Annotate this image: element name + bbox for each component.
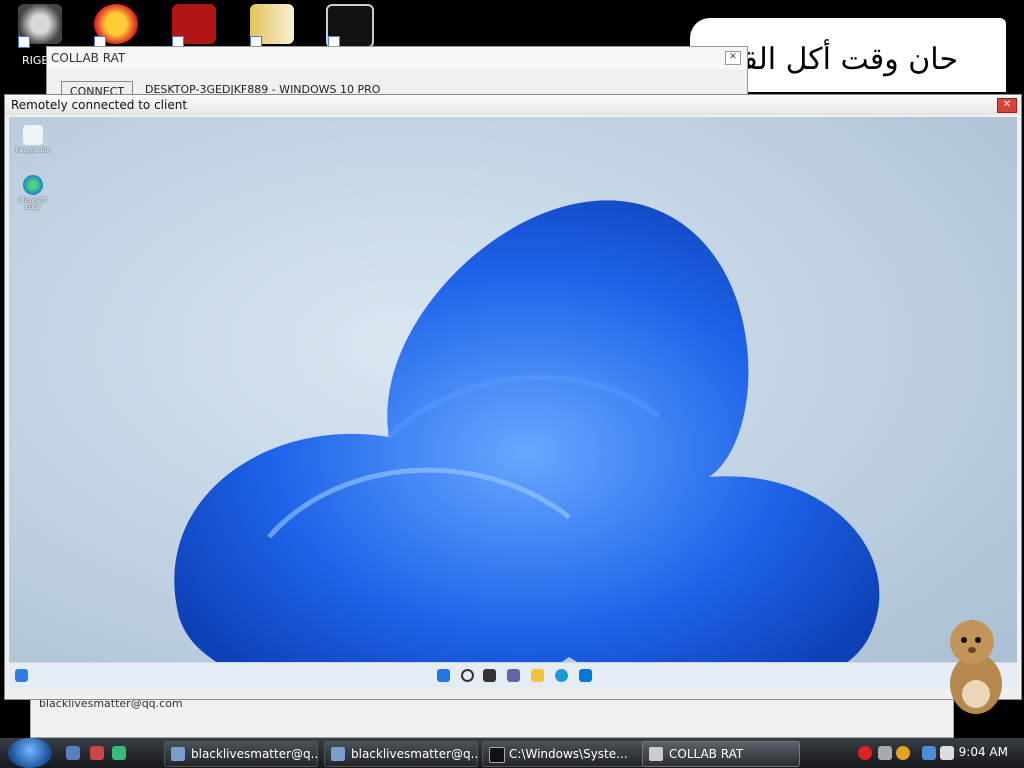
store-icon[interactable] bbox=[579, 669, 592, 682]
email-app-icon bbox=[171, 747, 185, 761]
start-button[interactable] bbox=[8, 738, 52, 768]
desktop-icon-label: RIGE bbox=[22, 54, 49, 67]
wallpaper-bloom bbox=[174, 200, 880, 689]
note-text: حان وقت أكل القر bbox=[726, 42, 958, 77]
raccoon-app-icon[interactable] bbox=[12, 4, 68, 50]
chat-icon[interactable] bbox=[507, 669, 520, 682]
tray-icon[interactable] bbox=[878, 746, 892, 760]
email-app-icon bbox=[331, 747, 345, 761]
task-view-icon[interactable] bbox=[483, 669, 496, 682]
clock: 9:04 AM bbox=[958, 745, 1008, 759]
quicklaunch-icon[interactable] bbox=[90, 746, 104, 760]
remote-taskbar bbox=[9, 662, 1017, 689]
cmd-app-icon[interactable] bbox=[322, 4, 378, 50]
task-button[interactable]: COLLAB RAT bbox=[642, 741, 800, 767]
task-button[interactable]: blacklivesmatter@q... bbox=[324, 741, 478, 767]
volume-icon[interactable] bbox=[940, 746, 954, 760]
collab-title: COLLAB RAT bbox=[47, 47, 747, 69]
windows-start-icon[interactable] bbox=[437, 669, 450, 682]
security-alert-icon[interactable] bbox=[858, 746, 872, 760]
remote-title: Remotely connected to client bbox=[5, 95, 1021, 115]
remote-desktop-window: Remotely connected to client ✕ Recycle B… bbox=[4, 94, 1022, 700]
hamster-image bbox=[950, 620, 1002, 714]
remote-screen[interactable]: Recycle Bin Microsoft Edge bbox=[9, 117, 1017, 689]
show-desktop-icon[interactable] bbox=[112, 746, 126, 760]
host-taskbar: blacklivesmatter@q... blacklivesmatter@q… bbox=[0, 738, 1024, 768]
close-icon[interactable]: ✕ bbox=[725, 51, 741, 65]
close-icon[interactable]: ✕ bbox=[997, 98, 1017, 113]
network-icon[interactable] bbox=[922, 746, 936, 760]
collab-app-icon bbox=[649, 747, 663, 761]
flash-app-icon[interactable] bbox=[166, 4, 222, 50]
p-app-icon[interactable] bbox=[88, 4, 144, 50]
hxd-app-icon[interactable] bbox=[244, 4, 300, 50]
search-tray-icon[interactable] bbox=[896, 746, 910, 760]
edge-icon[interactable]: Microsoft Edge bbox=[13, 175, 53, 211]
search-icon[interactable] bbox=[461, 669, 474, 682]
widgets-icon[interactable] bbox=[15, 669, 28, 682]
task-button[interactable]: blacklivesmatter@q... bbox=[164, 741, 318, 767]
folder-icon[interactable] bbox=[531, 669, 544, 682]
edge-icon[interactable] bbox=[555, 669, 568, 682]
recycle-bin-icon[interactable]: Recycle Bin bbox=[13, 125, 53, 154]
quicklaunch-icon[interactable] bbox=[66, 746, 80, 760]
cmd-icon bbox=[489, 747, 505, 763]
task-button[interactable]: C:\Windows\Syste... bbox=[482, 741, 644, 767]
